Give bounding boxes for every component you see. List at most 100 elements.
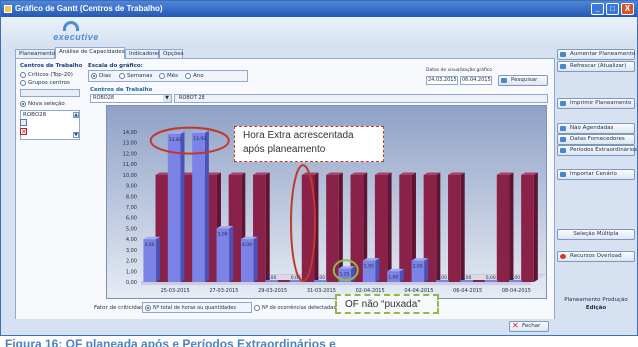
radio-grupos-label: Grupos centros (28, 80, 70, 86)
logo-text: executive (53, 32, 99, 42)
pesquisar-label: Pesquisar (511, 77, 538, 83)
radio-ano[interactable] (185, 73, 191, 79)
hora-extra-note: Hora Extra acrescentada após planeamento (234, 126, 384, 162)
y-tick-label: 10,00 (123, 173, 137, 179)
y-tick-label: 5,00 (126, 226, 137, 232)
capacity-bar (326, 174, 339, 282)
data-label: 0,00 (510, 275, 520, 281)
centro-select[interactable]: ROBO28 ▼ (90, 94, 172, 103)
load-bar (192, 132, 205, 282)
tab-analise-capacidades[interactable]: Análise de Capacidades (55, 47, 125, 59)
close-x-icon: ✕ (512, 321, 519, 330)
main-window: Gráfico de Gantt (Centros de Trabalho) _… (0, 0, 638, 336)
maximize-button[interactable]: □ (606, 3, 619, 15)
refrescar-label: Refrescar (Atualizar) (570, 63, 627, 69)
chart-floor-edge (141, 282, 531, 285)
close-button[interactable]: X (621, 3, 634, 15)
data-label: 13,82 (169, 137, 182, 143)
datas-fornecedores-label: Datas Fornecedores (570, 136, 625, 142)
radio-nova-selecao[interactable] (20, 101, 26, 107)
header-band: executive (1, 17, 637, 45)
date-from-field[interactable]: 24.03.2015 (426, 76, 458, 85)
data-label: 2,00 (413, 264, 423, 270)
right-panel: Aumentar Planeamento Refrescar (Atualiza… (557, 45, 637, 321)
load-bar-side (424, 258, 429, 282)
x-tick-label: 29-03-2015 (258, 288, 287, 294)
radio-semanas[interactable] (119, 73, 125, 79)
y-tick-label: 3,00 (126, 248, 137, 254)
y-tick-label: 1,00 (126, 269, 137, 275)
radio-total-horas[interactable] (145, 305, 151, 311)
remove-item-icon[interactable]: ✕ (20, 128, 27, 136)
capacity-bar (521, 174, 534, 282)
radio-dias-label: Dias (99, 73, 111, 79)
x-tick-label: 06-04-2015 (453, 288, 482, 294)
periodos-extra-label: Períodos Extraordinários (570, 147, 638, 153)
load-bar-side (229, 226, 234, 282)
radio-total-horas-label: Nº total de horas ou quantidades (153, 305, 236, 311)
data-label: 0,00 (315, 275, 325, 281)
datas-label: Datas de visualização gráfico (426, 68, 493, 73)
y-tick-label: 4,00 (126, 237, 137, 243)
highlight-ellipse (149, 126, 230, 155)
fechar-button[interactable]: ✕ Fechar (509, 321, 549, 332)
centro-select-value: ROBO28 (93, 95, 115, 101)
periodos-extra-button[interactable]: Períodos Extraordinários (557, 145, 638, 156)
grupos-select[interactable] (20, 89, 80, 97)
radio-mes[interactable] (159, 73, 165, 79)
data-label: 0,00 (266, 275, 276, 281)
importar-cenario-label: Importar Cenário (570, 171, 617, 177)
y-tick-label: 8,00 (126, 194, 137, 200)
escala-title: Escala do gráfico: (88, 63, 143, 69)
analysis-panel: Centros de Trabalho Críticos (Top-20) Gr… (15, 58, 555, 320)
minimize-button[interactable]: _ (591, 3, 604, 15)
data-label: 13,92 (193, 136, 206, 142)
radio-dias[interactable] (91, 73, 97, 79)
calendar-icon (560, 126, 566, 131)
y-tick-label: 13,00 (123, 141, 137, 147)
y-tick-label: 11,00 (123, 162, 137, 168)
radio-ocorrencias[interactable] (254, 305, 260, 311)
figure-caption: Figura 16: OF planeada após e Períodos E… (5, 337, 336, 347)
x-tick-label: 08-04-2015 (502, 288, 531, 294)
search-icon (501, 78, 507, 83)
imprimir-button[interactable]: Imprimir Planeamento (557, 98, 635, 109)
select-item-icon[interactable] (20, 119, 27, 126)
radio-semanas-label: Semanas (127, 73, 153, 79)
refrescar-button[interactable]: Refrescar (Atualizar) (557, 61, 635, 72)
nao-agendadas-label: Não Agendadas (570, 125, 614, 131)
recursos-overload-button[interactable]: Recursos Overload (557, 251, 635, 262)
selecao-multipla-button[interactable]: Seleção Múltipla (557, 229, 635, 240)
import-icon (560, 172, 566, 177)
radio-grupos[interactable] (20, 80, 26, 86)
date-to-field[interactable]: 06.04.2015 (460, 76, 492, 85)
data-label: 4,00 (242, 242, 252, 248)
y-tick-label: 0,00 (126, 280, 137, 286)
app-icon (4, 5, 12, 13)
capacity-bar-side (509, 172, 514, 282)
importar-cenario-button[interactable]: Importar Cenário (557, 169, 635, 180)
selection-list[interactable]: ROBO28 ▲ ▼ (20, 110, 80, 140)
capacity-bar-side (338, 172, 343, 282)
pesquisar-button[interactable]: Pesquisar (498, 75, 548, 86)
radio-criticos[interactable] (20, 72, 26, 78)
planeamento-producao-label: Planeamento Produção (564, 297, 628, 303)
x-tick-label: 25-03-2015 (161, 288, 190, 294)
supplier-icon (560, 137, 566, 142)
load-bar-side (253, 236, 258, 282)
data-label: 1,00 (388, 274, 398, 280)
list-item[interactable]: ROBO28 (23, 112, 46, 118)
nao-agendadas-button[interactable]: Não Agendadas (557, 123, 635, 134)
title-bar: Gráfico de Gantt (Centros de Trabalho) _… (1, 1, 637, 17)
scroll-down-icon[interactable]: ▼ (73, 132, 79, 138)
capacity-bar-side (265, 172, 270, 282)
datas-fornecedores-button[interactable]: Datas Fornecedores (557, 134, 635, 145)
scroll-up-icon[interactable]: ▲ (73, 112, 79, 118)
x-tick-label: 27-03-2015 (209, 288, 238, 294)
centro-header: Centros de Trabalho (90, 87, 153, 93)
data-label: 0,00 (437, 275, 447, 281)
chevron-down-icon[interactable]: ▼ (163, 95, 171, 102)
y-tick-label: 12,00 (123, 151, 137, 157)
load-bar-side (375, 258, 380, 282)
aumentar-planeamento-button[interactable]: Aumentar Planeamento (557, 49, 635, 60)
